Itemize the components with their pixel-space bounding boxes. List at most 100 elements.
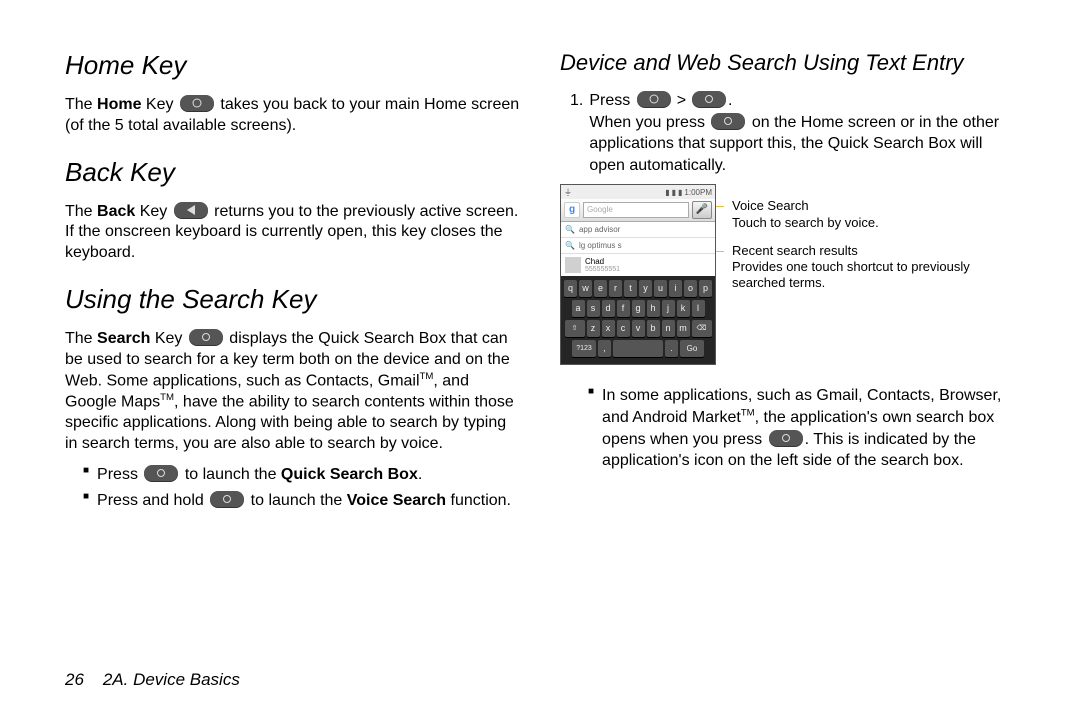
figure-callouts: Voice Search Touch to search by voice. R… xyxy=(716,184,1015,365)
bullet-text: In some applications, such as Gmail, Con… xyxy=(602,385,1015,471)
keyboard-key[interactable]: ?123 xyxy=(572,340,596,357)
manual-page: Home Key The Home Key takes you back to … xyxy=(0,0,1080,720)
keyboard-key[interactable]: s xyxy=(587,300,600,317)
keyboard-key[interactable]: y xyxy=(639,280,652,297)
keyboard-key[interactable]: ⌫ xyxy=(692,320,712,337)
text: The xyxy=(65,203,97,220)
text: . xyxy=(418,466,422,483)
keyboard-key[interactable]: m xyxy=(677,320,690,337)
section-title: 2A. Device Basics xyxy=(103,670,240,689)
step-number: 1. xyxy=(570,90,583,176)
phone-mockup: ⏚ ▮▮▮1:00PM g Google 🎤 🔍app advisor 🔍lg … xyxy=(560,184,716,365)
search-key-icon xyxy=(210,491,244,507)
back-key-heading: Back Key xyxy=(65,157,520,188)
bullet-text: Press and hold to launch the Voice Searc… xyxy=(97,490,511,512)
contact-row[interactable]: Chad 555555551 xyxy=(561,254,715,276)
keyboard-key[interactable]: u xyxy=(654,280,667,297)
keyboard-key[interactable] xyxy=(613,340,663,357)
usb-icon: ⏚ xyxy=(564,187,572,198)
search-key-icon xyxy=(711,113,745,129)
callout-title: Voice Search xyxy=(732,198,1015,214)
bullet-item: ■ In some applications, such as Gmail, C… xyxy=(588,385,1015,471)
text: function. xyxy=(446,492,511,509)
keyboard-key[interactable]: d xyxy=(602,300,615,317)
search-key-heading: Using the Search Key xyxy=(65,284,520,315)
callout-voice-search: Voice Search Touch to search by voice. xyxy=(724,198,1015,231)
text: Press xyxy=(589,92,634,109)
keyboard-key[interactable]: w xyxy=(579,280,592,297)
kbd-row-3: ⇧zxcvbnm⌫ xyxy=(563,320,713,337)
text: The xyxy=(65,330,97,347)
chevron-icon: > xyxy=(677,90,686,112)
keyboard-key[interactable]: g xyxy=(632,300,645,317)
search-key-icon xyxy=(189,329,223,345)
google-icon: g xyxy=(564,202,580,218)
keyboard-key[interactable]: t xyxy=(624,280,637,297)
home-key-heading: Home Key xyxy=(65,50,520,81)
keyboard-key[interactable]: . xyxy=(665,340,678,357)
text: Press and hold xyxy=(97,492,208,509)
suggestion-row[interactable]: 🔍 lg optimus s xyxy=(561,238,715,254)
bullet-item: ■ Press to launch the Quick Search Box. xyxy=(83,464,520,486)
mic-button[interactable]: 🎤 xyxy=(692,201,712,219)
text: to launch the xyxy=(180,466,281,483)
keyboard-key[interactable]: e xyxy=(594,280,607,297)
step-1: 1. Press >. When you press on the Home s… xyxy=(570,90,1015,176)
keyboard-key[interactable]: p xyxy=(699,280,712,297)
right-column: Device and Web Search Using Text Entry 1… xyxy=(560,50,1015,644)
status-bar: ⏚ ▮▮▮1:00PM xyxy=(561,185,715,199)
suggestion-row[interactable]: 🔍 app advisor xyxy=(561,222,715,238)
clock: 1:00PM xyxy=(684,188,712,197)
keyboard-key[interactable]: v xyxy=(632,320,645,337)
tm: TM xyxy=(741,408,755,419)
bullet-marker: ■ xyxy=(588,385,594,471)
keyboard-key[interactable]: b xyxy=(647,320,660,337)
callout-recent-results: Recent search results Provides one touch… xyxy=(724,243,1015,292)
search-key-icon xyxy=(769,430,803,446)
callout-subtitle: Provides one touch shortcut to previousl… xyxy=(732,259,1015,292)
keyboard-key[interactable]: Go xyxy=(680,340,704,357)
text: Key xyxy=(135,203,171,220)
keyboard-key[interactable]: z xyxy=(587,320,600,337)
suggestion-text: lg optimus s xyxy=(579,241,622,250)
keyboard-key[interactable]: r xyxy=(609,280,622,297)
avatar xyxy=(565,257,581,273)
keyboard-key[interactable]: o xyxy=(684,280,697,297)
keyboard-key[interactable]: h xyxy=(647,300,660,317)
keyboard-key[interactable]: ⇧ xyxy=(565,320,585,337)
text: The xyxy=(65,96,97,113)
keyboard-key[interactable]: q xyxy=(564,280,577,297)
contact-number: 555555551 xyxy=(585,266,620,273)
keyboard-key[interactable]: l xyxy=(692,300,705,317)
search-glyph-icon: 🔍 xyxy=(565,241,575,250)
callout-subtitle: Touch to search by voice. xyxy=(732,215,1015,231)
suggestion-text: app advisor xyxy=(579,225,620,234)
left-column: Home Key The Home Key takes you back to … xyxy=(65,50,520,644)
search-input[interactable]: Google xyxy=(583,202,689,218)
keyboard-key[interactable]: i xyxy=(669,280,682,297)
keyboard-key[interactable]: f xyxy=(617,300,630,317)
kbd-row-4: ?123,.Go xyxy=(563,340,713,357)
keyboard-key[interactable]: k xyxy=(677,300,690,317)
tm: TM xyxy=(420,371,434,382)
text: to launch the xyxy=(246,492,347,509)
search-key-icon xyxy=(692,91,726,107)
back-key-icon xyxy=(174,202,208,218)
keyboard-key[interactable]: c xyxy=(617,320,630,337)
keyboard-key[interactable]: x xyxy=(602,320,615,337)
bullet-marker: ■ xyxy=(83,464,89,486)
keyboard-key[interactable]: j xyxy=(662,300,675,317)
text: When you press xyxy=(589,114,709,131)
keyboard-key[interactable]: n xyxy=(662,320,675,337)
back-key-text: The Back Key returns you to the previous… xyxy=(65,202,520,264)
page-footer: 26 2A. Device Basics xyxy=(65,644,1015,690)
keyboard-key[interactable]: a xyxy=(572,300,585,317)
step-text: Press >. When you press on the Home scre… xyxy=(589,90,1015,176)
bold-home: Home xyxy=(97,96,141,113)
text: . xyxy=(728,92,732,109)
wifi-icon: ▮ xyxy=(672,188,676,197)
search-glyph-icon: 🔍 xyxy=(565,225,575,234)
bold-search: Search xyxy=(97,330,150,347)
keyboard-key[interactable]: , xyxy=(598,340,611,357)
bullet-text: Press to launch the Quick Search Box. xyxy=(97,464,422,486)
